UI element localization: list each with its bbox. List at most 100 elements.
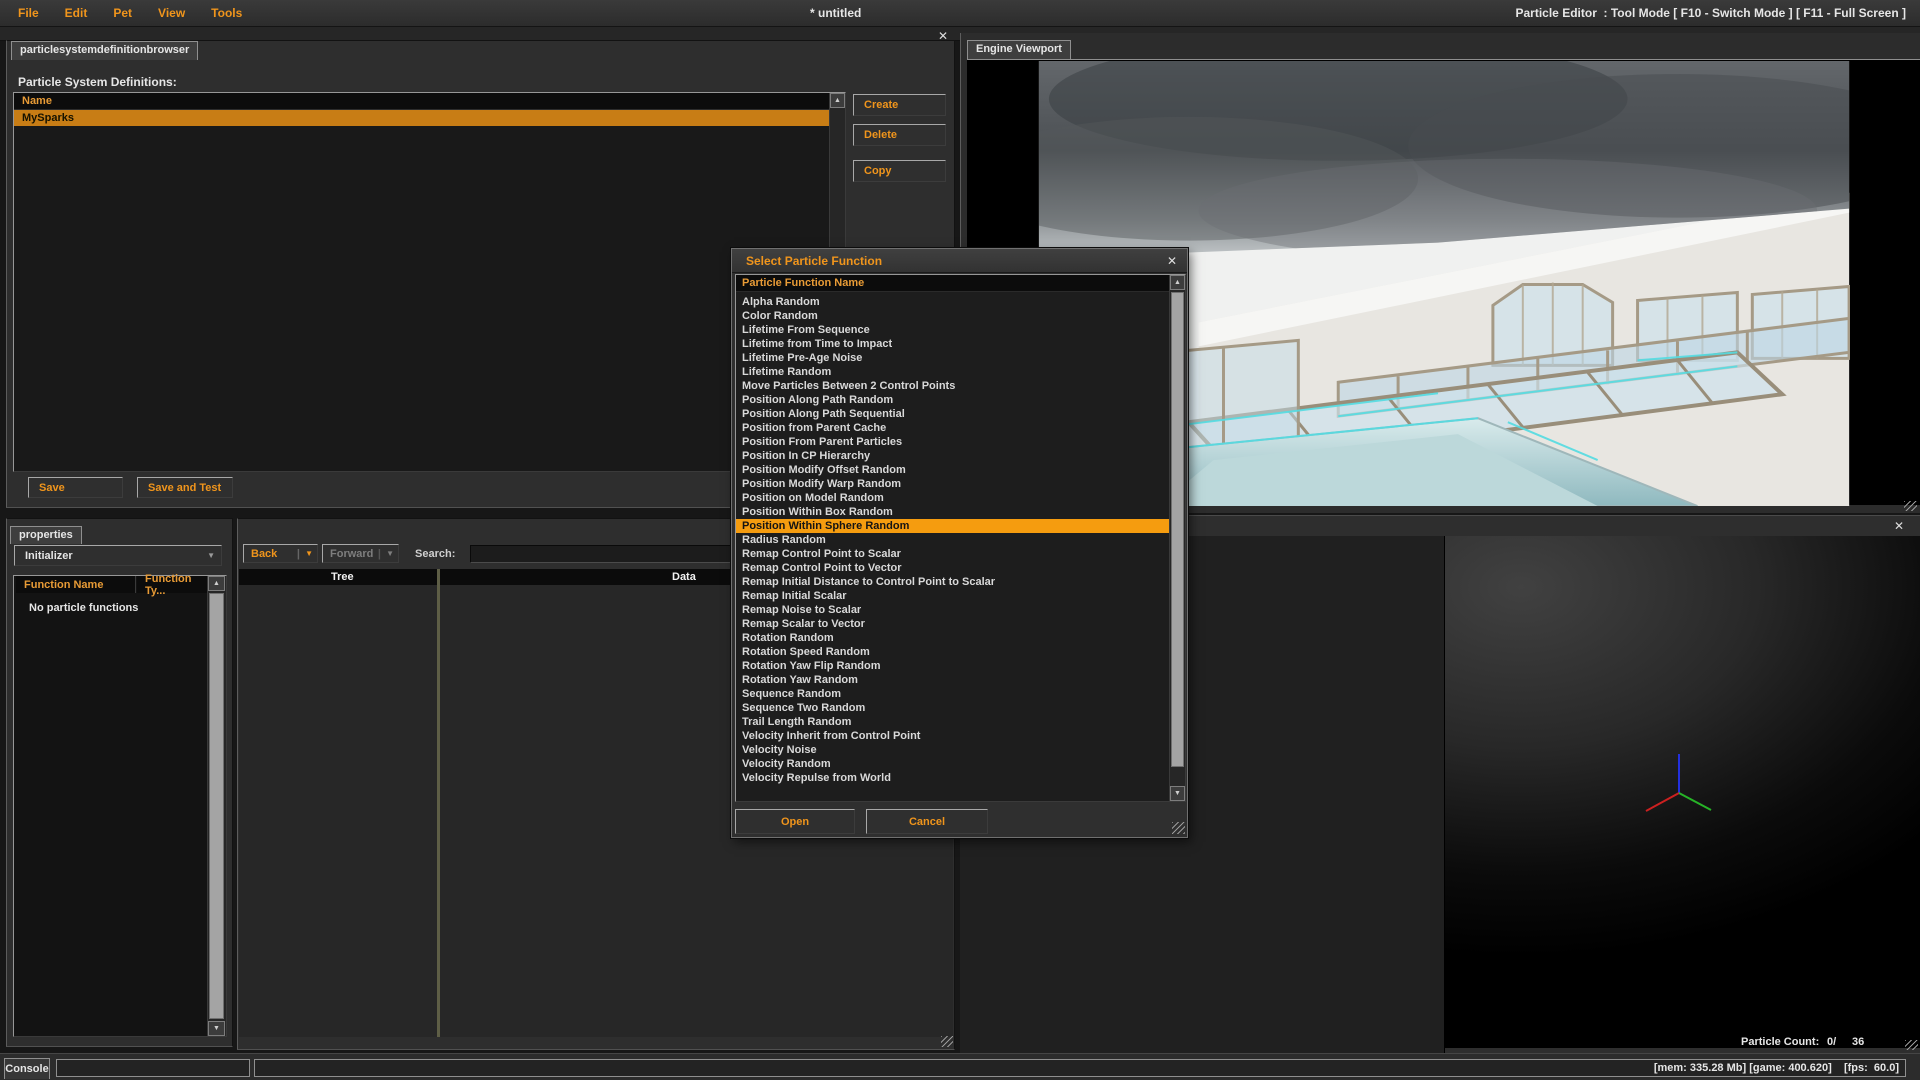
dialog-title-bar: Select Particle Function ✕ xyxy=(732,249,1187,273)
status-stats: [mem: 335.28 Mb] [game: 400.620] [fps: 6… xyxy=(1654,1062,1899,1074)
particle-preview-viewport[interactable]: Particle Count: 0/ 36 xyxy=(1445,536,1920,1048)
dialog-scrollbar[interactable]: ▲ ▼ xyxy=(1169,275,1185,801)
particle-function-item[interactable]: Position Modify Warp Random xyxy=(736,477,1169,491)
tree-window-resize-grip[interactable] xyxy=(941,1036,953,1047)
function-stage-dropdown[interactable]: Initializer ▼ xyxy=(14,545,222,566)
scroll-down-icon[interactable]: ▼ xyxy=(1170,786,1185,801)
particle-function-item[interactable]: Remap Control Point to Vector xyxy=(736,561,1169,575)
copy-button[interactable]: Copy xyxy=(853,160,946,182)
preview-window-resize-grip[interactable] xyxy=(1905,1040,1918,1050)
particle-function-item[interactable]: Remap Noise to Scalar xyxy=(736,603,1169,617)
particle-function-item[interactable]: Trail Length Random xyxy=(736,715,1169,729)
particle-function-item[interactable]: Position Within Box Random xyxy=(736,505,1169,519)
dialog-close-icon[interactable]: ✕ xyxy=(1167,254,1177,268)
status-field-right: [mem: 335.28 Mb] [game: 400.620] [fps: 6… xyxy=(254,1059,1906,1077)
engine-viewport-resize-grip[interactable] xyxy=(1904,501,1917,511)
particle-function-item[interactable]: Velocity Noise xyxy=(736,743,1169,757)
console-tab[interactable]: Console xyxy=(4,1058,50,1079)
scroll-down-icon[interactable]: ▼ xyxy=(208,1021,225,1036)
scroll-up-icon[interactable]: ▲ xyxy=(1170,275,1185,290)
particle-function-item[interactable]: Sequence Random xyxy=(736,687,1169,701)
particle-function-name-column[interactable]: Particle Function Name xyxy=(736,275,1169,292)
particle-function-item[interactable]: Position From Parent Particles xyxy=(736,435,1169,449)
select-particle-function-dialog: Select Particle Function ✕ Particle Func… xyxy=(731,248,1188,838)
particle-function-item[interactable]: Color Random xyxy=(736,309,1169,323)
definitions-heading: Particle System Definitions: xyxy=(18,75,177,89)
particle-function-item[interactable]: Remap Initial Distance to Control Point … xyxy=(736,575,1169,589)
axis-gizmo-icon xyxy=(1638,749,1728,819)
definition-browser-tab[interactable]: particlesystemdefinitionbrowser xyxy=(11,41,198,60)
forward-label: Forward xyxy=(330,548,373,560)
particle-function-item[interactable]: Radius Random xyxy=(736,533,1169,547)
particle-function-item[interactable]: Position In CP Hierarchy xyxy=(736,449,1169,463)
particle-function-item[interactable]: Remap Control Point to Scalar xyxy=(736,547,1169,561)
scroll-up-icon[interactable]: ▲ xyxy=(208,576,225,591)
particle-function-item[interactable]: Rotation Yaw Flip Random xyxy=(736,659,1169,673)
particle-function-item[interactable]: Rotation Random xyxy=(736,631,1169,645)
editor-mode-title: Particle Editor : Tool Mode [ F10 - Swit… xyxy=(1516,6,1907,20)
function-list-scroll-thumb[interactable] xyxy=(209,593,224,1019)
particle-function-item[interactable]: Position Along Path Sequential xyxy=(736,407,1169,421)
particle-function-item[interactable]: Velocity Repulse from World xyxy=(736,771,1169,785)
forward-dropdown-icon[interactable]: ▼ xyxy=(386,549,394,558)
menu-item-tools[interactable]: Tools xyxy=(211,6,242,20)
menu-item-view[interactable]: View xyxy=(158,6,185,20)
particle-function-item[interactable]: Velocity Inherit from Control Point xyxy=(736,729,1169,743)
save-button[interactable]: Save xyxy=(28,477,123,498)
cancel-button[interactable]: Cancel xyxy=(866,809,988,834)
properties-tab[interactable]: properties xyxy=(10,526,82,544)
menu-item-edit[interactable]: Edit xyxy=(65,6,88,20)
particle-function-item[interactable]: Remap Initial Scalar xyxy=(736,589,1169,603)
search-label: Search: xyxy=(415,548,455,560)
particle-function-item[interactable]: Rotation Speed Random xyxy=(736,645,1169,659)
particle-function-item[interactable]: Position from Parent Cache xyxy=(736,421,1169,435)
particle-function-item[interactable]: Remap Scalar to Vector xyxy=(736,617,1169,631)
particle-function-item[interactable]: Velocity Random xyxy=(736,757,1169,771)
particle-function-item[interactable]: Position Modify Offset Random xyxy=(736,463,1169,477)
dialog-title: Select Particle Function xyxy=(746,254,882,268)
save-and-test-button[interactable]: Save and Test xyxy=(137,477,233,498)
definition-row[interactable]: MySparks xyxy=(14,110,829,126)
particle-function-item[interactable]: Alpha Random xyxy=(736,295,1169,309)
tree-column[interactable]: Tree xyxy=(331,571,354,583)
function-name-column[interactable]: Function Name xyxy=(16,576,136,593)
open-button[interactable]: Open xyxy=(735,809,855,834)
particle-function-list: Alpha RandomColor RandomLifetime From Se… xyxy=(736,295,1169,785)
function-type-column[interactable]: Function Ty... xyxy=(137,576,207,593)
particle-function-item[interactable]: Lifetime From Sequence xyxy=(736,323,1169,337)
particle-function-item[interactable]: Lifetime from Time to Impact xyxy=(736,337,1169,351)
particle-function-item[interactable]: Lifetime Pre-Age Noise xyxy=(736,351,1169,365)
particle-function-item[interactable]: Move Particles Between 2 Control Points xyxy=(736,379,1169,393)
menu-items: File Edit Pet View Tools xyxy=(18,6,242,20)
engine-viewport-tab[interactable]: Engine Viewport xyxy=(967,40,1071,59)
tree-column-divider[interactable] xyxy=(437,569,440,1037)
particle-count-max: 36 xyxy=(1852,1036,1864,1048)
function-list-scrollbar[interactable]: ▲ ▼ xyxy=(207,576,226,1036)
particle-function-item[interactable]: Lifetime Random xyxy=(736,365,1169,379)
particle-function-item[interactable]: Rotation Yaw Random xyxy=(736,673,1169,687)
particle-function-listbox: Particle Function Name Alpha RandomColor… xyxy=(735,274,1186,802)
create-button[interactable]: Create xyxy=(853,94,946,116)
preview-dock-close-icon[interactable]: ✕ xyxy=(1894,520,1904,532)
function-list: Function Name Function Ty... No particle… xyxy=(13,575,227,1037)
dialog-resize-grip[interactable] xyxy=(1172,822,1185,834)
definitions-column-name[interactable]: Name xyxy=(14,93,829,110)
forward-button[interactable]: Forward | ▼ xyxy=(322,544,399,563)
back-dropdown-icon[interactable]: ▼ xyxy=(305,549,313,558)
menu-item-pet[interactable]: Pet xyxy=(113,6,132,20)
menu-item-file[interactable]: File xyxy=(18,6,39,20)
document-title: * untitled xyxy=(810,6,861,20)
back-button[interactable]: Back | ▼ xyxy=(243,544,318,563)
dialog-scroll-thumb[interactable] xyxy=(1171,292,1184,767)
particle-function-item[interactable]: Position Within Sphere Random xyxy=(736,519,1169,533)
particle-function-item[interactable]: Position Along Path Random xyxy=(736,393,1169,407)
scroll-up-icon[interactable]: ▲ xyxy=(830,93,845,108)
definition-browser-close-icon[interactable]: ✕ xyxy=(938,30,948,42)
particle-function-item[interactable]: Sequence Two Random xyxy=(736,701,1169,715)
dropdown-arrow-icon: ▼ xyxy=(207,551,215,560)
particle-count-label: Particle Count: xyxy=(1741,1036,1819,1048)
particle-function-item[interactable]: Position on Model Random xyxy=(736,491,1169,505)
delete-button[interactable]: Delete xyxy=(853,124,946,146)
status-bar: Console [mem: 335.28 Mb] [game: 400.620]… xyxy=(0,1053,1920,1080)
data-column[interactable]: Data xyxy=(672,571,696,583)
